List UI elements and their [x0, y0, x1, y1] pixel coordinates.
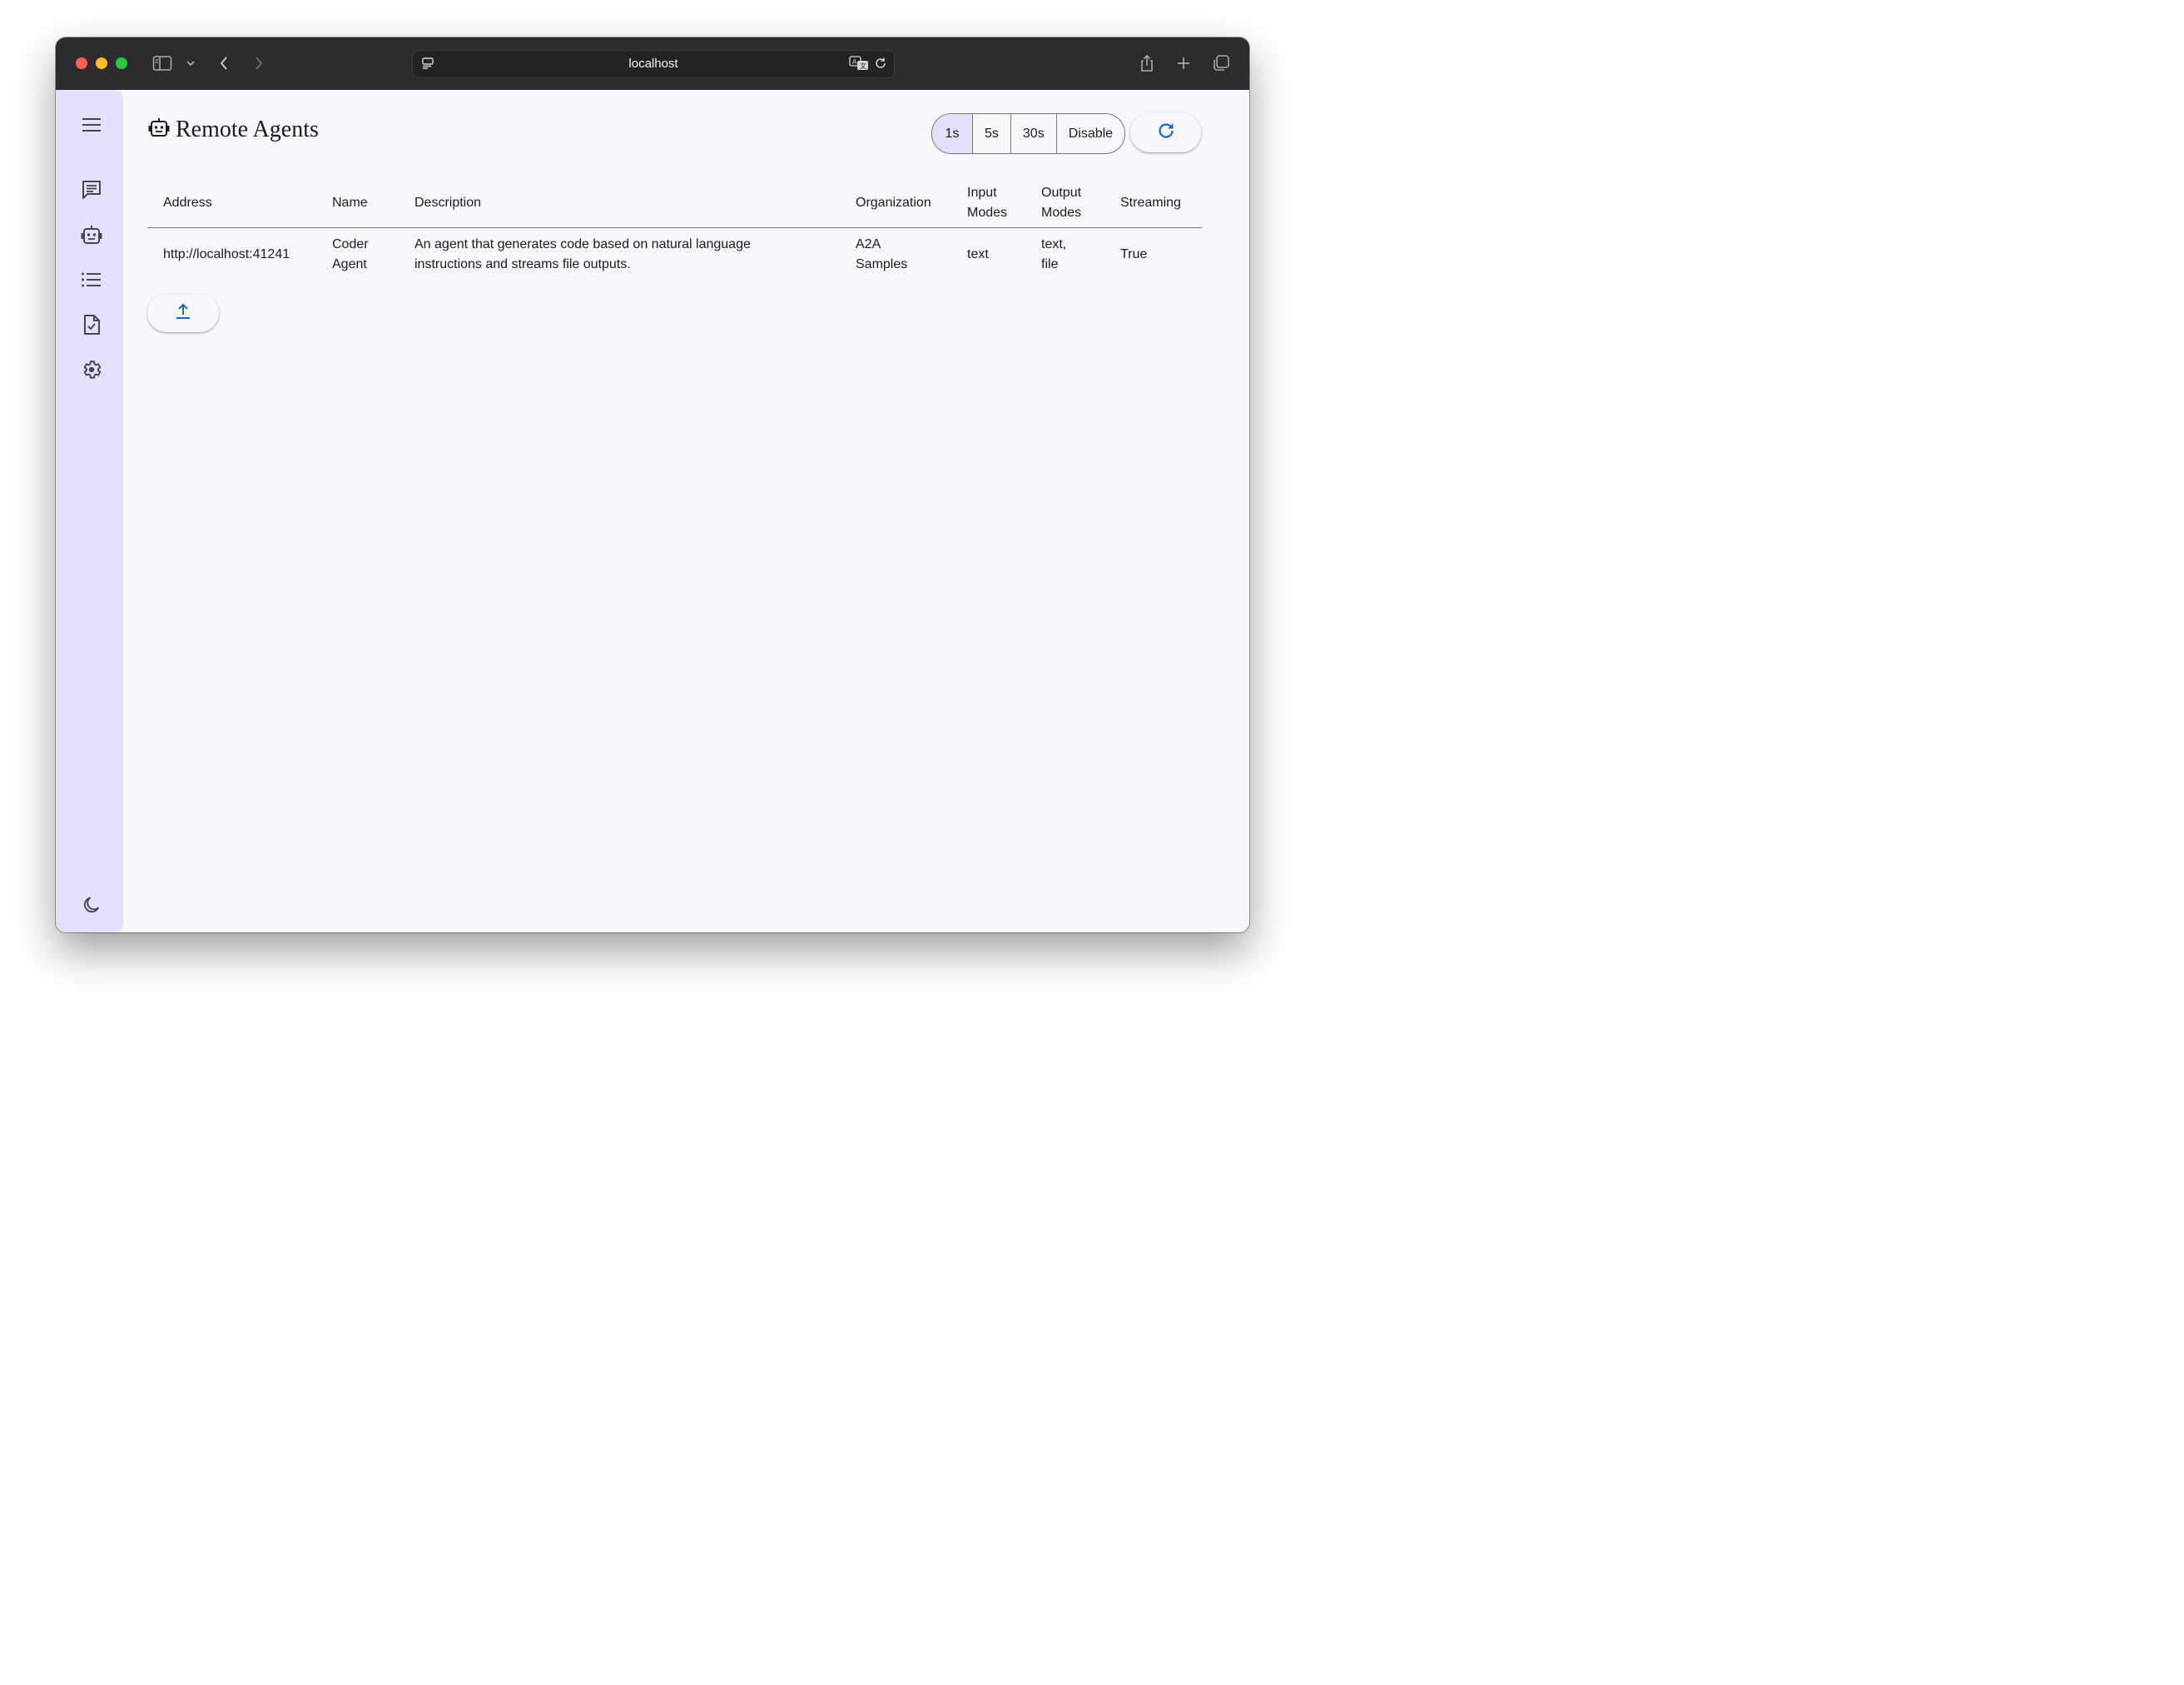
- browser-window: localhost A文 Remote Agents 1s 5s 30s Dis…: [56, 37, 1249, 932]
- close-window-button[interactable]: [76, 57, 87, 69]
- cell-description-line1: An agent that generates code based on na…: [414, 236, 751, 251]
- forward-icon[interactable]: [247, 52, 271, 75]
- refresh-icon: [1156, 121, 1176, 145]
- minimize-window-button[interactable]: [96, 57, 107, 69]
- cell-address: http://localhost:41241: [163, 246, 290, 261]
- column-header-streaming[interactable]: Streaming: [1104, 179, 1202, 228]
- cell-description: An agent that generates code based on na…: [399, 228, 840, 281]
- list-icon[interactable]: [79, 267, 104, 292]
- column-header-description[interactable]: Description: [399, 179, 840, 228]
- task-file-icon[interactable]: [79, 312, 104, 337]
- tab-overview-icon[interactable]: [1209, 52, 1233, 75]
- cell-output-modes: text, file: [1025, 228, 1104, 281]
- cell-name: Coder Agent: [316, 228, 399, 281]
- chat-icon[interactable]: [79, 177, 104, 202]
- back-icon[interactable]: [212, 52, 236, 75]
- column-header-output-modes-line1: Output: [1041, 186, 1082, 200]
- cell-organization-line2: Samples: [856, 256, 908, 271]
- page-title-text: Remote Agents: [176, 117, 319, 142]
- upload-icon: [174, 302, 192, 325]
- cell-description-line2: instructions and streams file outputs.: [414, 256, 631, 271]
- svg-text:A: A: [852, 58, 857, 66]
- cell-organization-line1: A2A: [856, 236, 881, 251]
- cell-output-modes-line1: text,: [1041, 236, 1067, 251]
- url-text: localhost: [628, 57, 678, 71]
- interval-1s-button[interactable]: 1s: [932, 114, 972, 153]
- robot-icon[interactable]: [79, 222, 104, 247]
- column-header-input-modes[interactable]: Input Modes: [951, 179, 1025, 228]
- chevron-down-icon[interactable]: [179, 52, 202, 75]
- address-bar[interactable]: localhost A文: [412, 50, 895, 78]
- menu-icon[interactable]: [79, 112, 104, 137]
- column-header-organization[interactable]: Organization: [840, 179, 951, 228]
- column-header-address[interactable]: Address: [147, 179, 316, 228]
- cell-output-modes-line2: file: [1041, 256, 1059, 271]
- interval-5s-button[interactable]: 5s: [972, 114, 1010, 153]
- sidebar: [56, 90, 123, 932]
- browser-titlebar: localhost A文: [56, 37, 1249, 90]
- svg-text:文: 文: [860, 62, 866, 70]
- cell-input-modes: text: [967, 246, 989, 261]
- settings-icon[interactable]: [79, 357, 104, 382]
- cell-organization: A2A Samples: [840, 228, 951, 281]
- share-icon[interactable]: [1135, 52, 1159, 75]
- cell-streaming: True: [1120, 246, 1148, 261]
- new-tab-icon[interactable]: [1172, 52, 1195, 75]
- column-header-input-modes-line1: Input: [967, 186, 997, 200]
- maximize-window-button[interactable]: [116, 57, 127, 69]
- table-row[interactable]: http://localhost:41241 Coder Agent An ag…: [147, 228, 1202, 281]
- refresh-button[interactable]: [1130, 113, 1201, 152]
- interval-disable-button[interactable]: Disable: [1055, 114, 1124, 153]
- reload-icon[interactable]: [869, 52, 892, 75]
- table-header-row: Address Name Description Organization In…: [147, 179, 1202, 228]
- column-header-output-modes-line2: Modes: [1041, 206, 1082, 220]
- column-header-name[interactable]: Name: [316, 179, 399, 228]
- sidebar-toggle-icon[interactable]: [151, 52, 174, 75]
- refresh-interval-toggle: 1s 5s 30s Disable: [931, 113, 1126, 154]
- robot-icon: [147, 117, 171, 143]
- translate-icon[interactable]: A文: [847, 52, 871, 75]
- main-content: Remote Agents 1s 5s 30s Disable Address …: [123, 90, 1249, 932]
- column-header-input-modes-line2: Modes: [967, 206, 1008, 220]
- dark-mode-icon[interactable]: [79, 892, 104, 917]
- column-header-output-modes[interactable]: Output Modes: [1025, 179, 1104, 228]
- interval-30s-button[interactable]: 30s: [1010, 114, 1056, 153]
- cell-name-line2: Agent: [332, 256, 367, 271]
- agents-table: Address Name Description Organization In…: [147, 179, 1202, 281]
- page-title: Remote Agents: [147, 115, 319, 145]
- cell-name-line1: Coder: [332, 236, 369, 251]
- upload-button[interactable]: [147, 294, 219, 332]
